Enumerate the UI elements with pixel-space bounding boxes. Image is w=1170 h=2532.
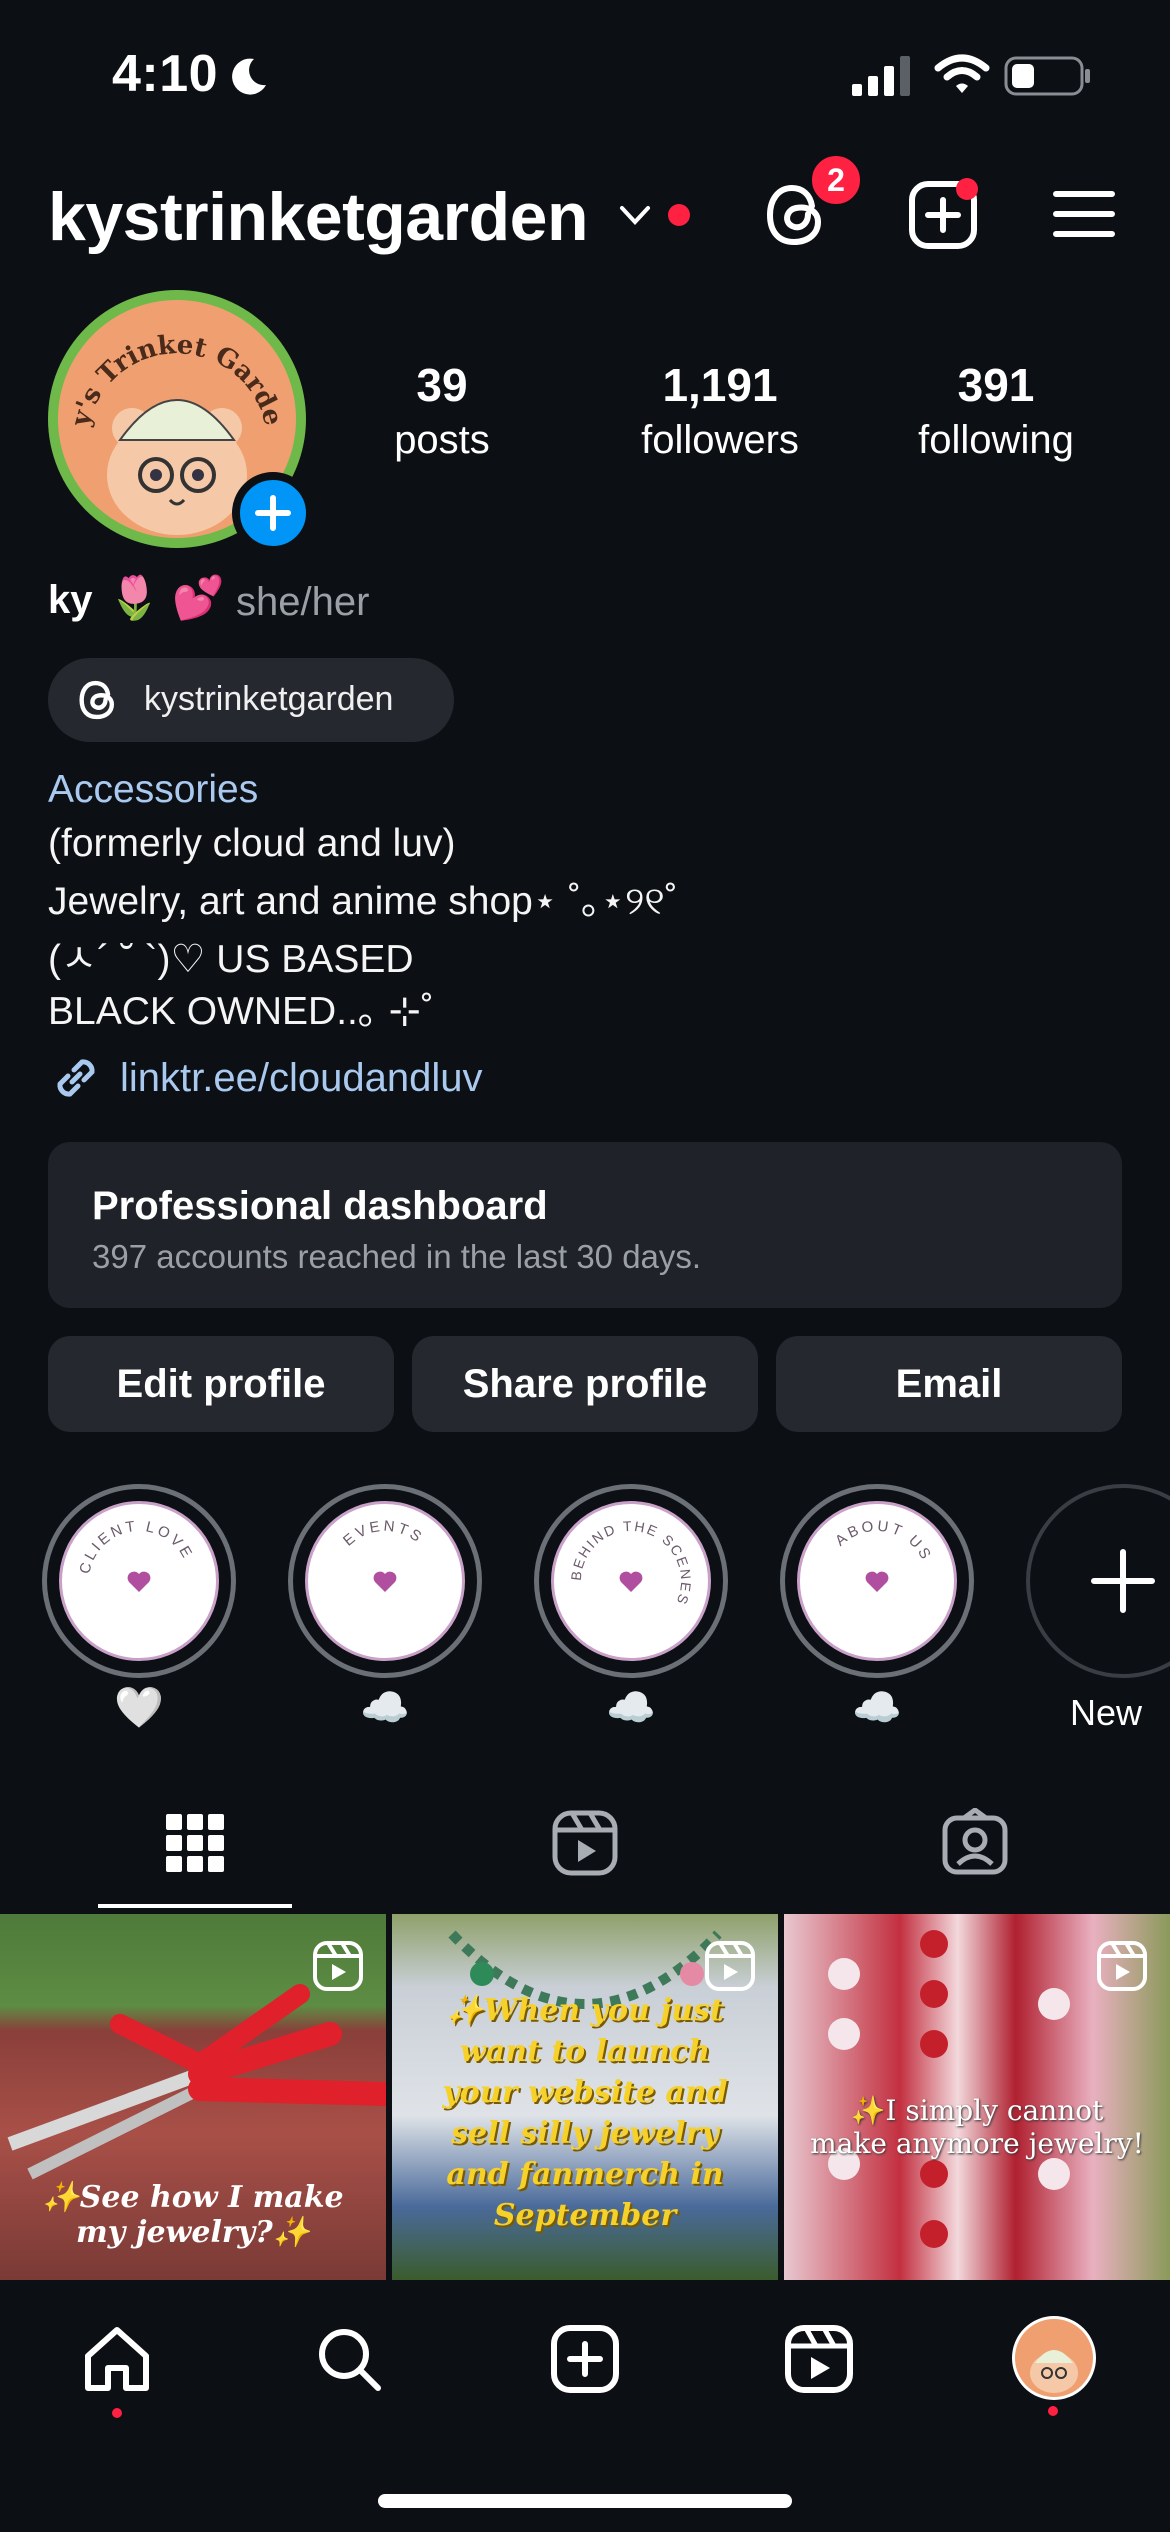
reel-icon [1097, 1941, 1147, 1991]
reel-icon [705, 1941, 755, 1991]
chevron-down-icon[interactable] [618, 202, 652, 228]
account-switcher-username[interactable]: kystrinketgarden [48, 178, 588, 256]
home-indicator [378, 2494, 792, 2508]
add-story-button[interactable] [232, 472, 314, 554]
plus-icon [1091, 1549, 1155, 1613]
link-icon [57, 1059, 95, 1097]
posts-label: posts [394, 418, 490, 462]
create-notification-dot [956, 178, 978, 200]
post-thumbnail[interactable]: ✨See how I make my jewelry?✨ [0, 1914, 386, 2280]
threads-icon [79, 680, 115, 720]
threads-handle: kystrinketgarden [144, 680, 394, 718]
highlight-cover: EVENTS [340, 1518, 427, 1592]
followers-stat[interactable]: 1,191 followers [600, 358, 840, 463]
reel-icon [313, 1941, 363, 1991]
svg-text:ABOUT US: ABOUT US [832, 1518, 935, 1565]
bio-link-text: linktr.ee/cloudandluv [120, 1056, 483, 1100]
name-emoji: 🌷 💕 [108, 574, 225, 621]
avatar-bear-icon [1030, 2350, 1078, 2393]
followers-label: followers [641, 418, 799, 462]
battery-icon [1004, 56, 1090, 96]
display-name: ky [48, 578, 93, 622]
story-highlight[interactable]: BEHIND THE SCENES [534, 1484, 728, 1678]
post-thumbnail[interactable]: ✨I simply cannot make anymore jewelry! [784, 1914, 1170, 2280]
highlight-caption: ☁️ [606, 1686, 656, 1730]
edit-profile-button[interactable]: Edit profile [48, 1336, 394, 1432]
email-button[interactable]: Email [776, 1336, 1122, 1432]
highlight-cover: CLIENT LOVE [76, 1518, 196, 1592]
bio-line: Jewelry, art and anime shop⋆ ˚｡⋆୨୧˚ [48, 880, 678, 923]
followers-count: 1,191 [662, 359, 778, 411]
bio-line: (ㅅ´ ˘ `)♡ US BASED [48, 938, 414, 981]
new-highlight-button[interactable] [1026, 1484, 1170, 1678]
highlight-caption: ☁️ [360, 1686, 410, 1730]
wifi-icon [934, 54, 990, 93]
tagged-tab-icon[interactable] [940, 1808, 1010, 1878]
svg-text:CLIENT LOVE: CLIENT LOVE [76, 1518, 196, 1576]
story-highlight[interactable]: EVENTS [288, 1484, 482, 1678]
threads-notification-badge: 2 [808, 152, 864, 208]
status-time: 4:10 [112, 45, 219, 103]
dashboard-subtitle: 397 accounts reached in the last 30 days… [92, 1238, 702, 1275]
active-tab-indicator [98, 1904, 292, 1908]
highlight-cover: ABOUT US [832, 1518, 935, 1592]
following-label: following [918, 418, 1074, 462]
dashboard-title: Professional dashboard [92, 1184, 548, 1228]
home-icon[interactable] [80, 2322, 154, 2396]
account-notification-dot [668, 204, 690, 226]
threads-profile-badge[interactable]: kystrinketgarden [48, 658, 454, 742]
story-highlight[interactable]: ABOUT US [780, 1484, 974, 1678]
share-profile-button[interactable]: Share profile [412, 1336, 758, 1432]
highlight-caption: 🤍 [114, 1686, 164, 1730]
following-stat[interactable]: 391 following [876, 358, 1116, 463]
profile-category: Accessories [48, 768, 259, 811]
cellular-signal-icon [852, 56, 910, 96]
profile-nav-avatar[interactable] [1012, 2316, 1096, 2400]
grid-icon[interactable] [160, 1808, 230, 1878]
home-notification-dot [112, 2408, 122, 2418]
posts-stat[interactable]: 39 posts [322, 358, 562, 463]
plus-icon [255, 495, 291, 531]
reels-icon[interactable] [782, 2322, 856, 2396]
highlight-cover: BEHIND THE SCENES [568, 1518, 695, 1608]
posts-count: 39 [416, 359, 468, 411]
bio-line: BLACK OWNED..｡ ⊹˚ [48, 990, 434, 1033]
professional-dashboard-card[interactable]: Professional dashboard 397 accounts reac… [48, 1142, 1122, 1308]
highlight-caption: ☁️ [852, 1686, 902, 1730]
post-thumbnail[interactable]: ✨When you just want to launch your websi… [392, 1914, 778, 2280]
menu-icon[interactable] [1052, 188, 1116, 240]
reels-tab-icon[interactable] [550, 1808, 620, 1878]
status-bar: 4:10 [0, 0, 1170, 150]
moon-icon [232, 58, 266, 95]
post-caption: ✨When you just want to launch your websi… [442, 1993, 728, 2233]
create-icon[interactable] [548, 2322, 622, 2396]
profile-notification-dot [1048, 2406, 1058, 2416]
following-count: 391 [957, 359, 1035, 411]
svg-text:EVENTS: EVENTS [340, 1518, 427, 1550]
story-highlight[interactable]: CLIENT LOVE [42, 1484, 236, 1678]
search-icon[interactable] [312, 2322, 386, 2396]
new-highlight-label: New [1070, 1692, 1143, 1733]
post-caption: ✨See how I make my jewelry?✨ [42, 2180, 344, 2250]
bio-line: (formerly cloud and luv) [48, 822, 456, 865]
post-caption: ✨I simply cannot make anymore jewelry! [810, 2094, 1144, 2160]
svg-text:BEHIND THE SCENES: BEHIND THE SCENES [568, 1518, 695, 1608]
pronouns: she/her [236, 580, 370, 624]
